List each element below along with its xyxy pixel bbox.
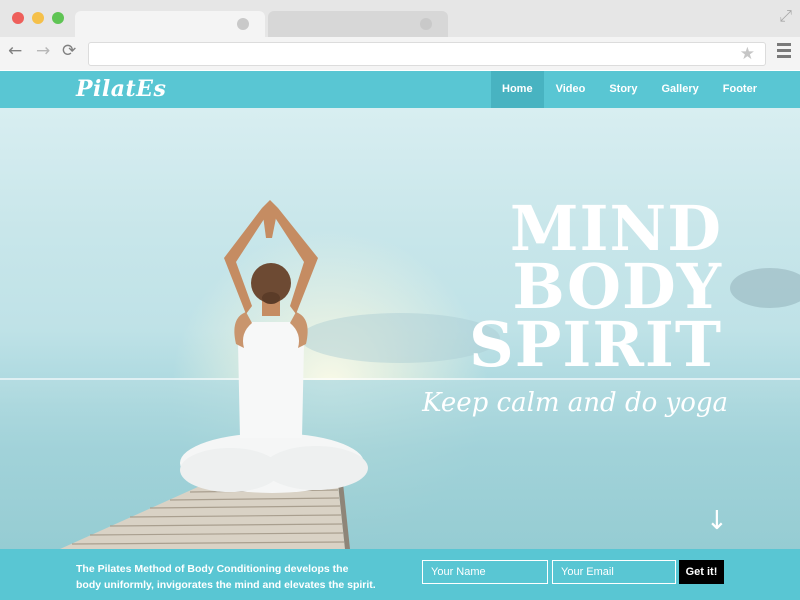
signup-bar: The Pilates Method of Body Conditioning … (0, 549, 800, 600)
nav-gallery[interactable]: Gallery (649, 71, 710, 108)
nav-footer[interactable]: Footer (711, 71, 769, 108)
browser-toolbar: ← → ⟳ ★ (0, 37, 800, 70)
fullscreen-icon[interactable]: ⤢ (779, 6, 792, 26)
site-logo[interactable]: PilatEs (76, 76, 166, 102)
bookmark-star-icon[interactable]: ★ (740, 44, 755, 64)
hero-section: MIND BODY SPIRIT Keep calm and do yoga ↓ (0, 108, 800, 549)
main-nav: Home Video Story Gallery Footer (491, 71, 769, 108)
signup-blurb: The Pilates Method of Body Conditioning … (76, 563, 376, 591)
hero-headline: MIND BODY SPIRIT (468, 198, 722, 381)
close-window-button[interactable] (12, 12, 24, 24)
maximize-window-button[interactable] (52, 12, 64, 24)
hero-tagline: Keep calm and do yoga (422, 388, 728, 418)
forward-arrow-icon[interactable]: → (36, 41, 50, 61)
email-field[interactable] (552, 560, 676, 584)
nav-story[interactable]: Story (597, 71, 649, 108)
nav-video[interactable]: Video (544, 71, 598, 108)
menu-icon[interactable] (777, 43, 791, 61)
name-field[interactable] (422, 560, 548, 584)
browser-chrome: ⤢ ← → ⟳ ★ (0, 0, 800, 70)
tab-close-icon[interactable] (237, 18, 249, 30)
headline-line: SPIRIT (468, 308, 722, 381)
scroll-down-icon[interactable]: ↓ (706, 506, 728, 536)
minimize-window-button[interactable] (32, 12, 44, 24)
tab-close-icon[interactable] (420, 18, 432, 30)
browser-tab-active[interactable] (75, 11, 265, 37)
reload-icon[interactable]: ⟳ (62, 41, 76, 61)
back-arrow-icon[interactable]: ← (8, 41, 22, 61)
nav-home[interactable]: Home (491, 71, 544, 108)
browser-tab-inactive[interactable] (268, 11, 448, 37)
window-controls (12, 12, 64, 24)
address-bar[interactable]: ★ (88, 42, 766, 66)
get-it-button[interactable]: Get it! (679, 560, 724, 584)
site-header: PilatEs Home Video Story Gallery Footer (0, 71, 800, 108)
yoga-figure (180, 200, 368, 493)
